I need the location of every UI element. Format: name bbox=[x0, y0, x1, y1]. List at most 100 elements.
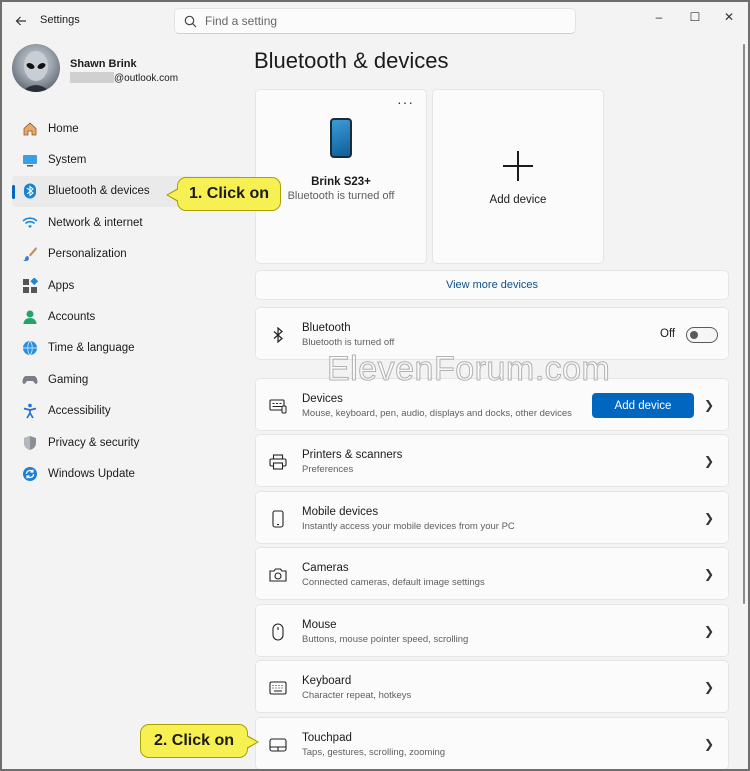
sidebar-item-label: Accessibility bbox=[48, 405, 111, 418]
add-device-label: Add device bbox=[489, 194, 547, 206]
globe-icon bbox=[21, 339, 39, 357]
row-title: Bluetooth bbox=[302, 322, 351, 334]
row-title: Cameras bbox=[302, 562, 349, 574]
sidebar-item-label: Accounts bbox=[48, 311, 96, 324]
row-title: Touchpad bbox=[302, 732, 352, 744]
row-subtitle: Buttons, mouse pointer speed, scrolling bbox=[302, 634, 469, 645]
sidebar-item-label: Time & language bbox=[48, 342, 135, 355]
row-title: Printers & scanners bbox=[302, 449, 403, 461]
app-title: Settings bbox=[40, 14, 80, 26]
search-input[interactable] bbox=[205, 13, 565, 29]
bluetooth-icon bbox=[21, 182, 39, 200]
add-device-card[interactable]: Add device bbox=[432, 89, 604, 264]
printer-icon bbox=[268, 452, 288, 472]
mouse-icon bbox=[268, 622, 288, 642]
avatar[interactable] bbox=[12, 44, 60, 92]
row-title: Keyboard bbox=[302, 675, 352, 687]
chevron-right-icon: ❯ bbox=[703, 511, 714, 525]
callout-text: 2. Click on bbox=[153, 732, 235, 749]
accounts-icon bbox=[21, 308, 39, 326]
callout-step-1: 1. Click on bbox=[166, 177, 281, 211]
gamepad-icon bbox=[21, 371, 39, 389]
sidebar-item-label: Privacy & security bbox=[48, 436, 140, 449]
more-options-icon[interactable]: ··· bbox=[397, 94, 414, 110]
sidebar-item-label: System bbox=[48, 154, 87, 167]
chevron-right-icon: ❯ bbox=[703, 624, 714, 638]
sidebar-item-label: Home bbox=[48, 122, 79, 135]
sidebar-item-time-language[interactable]: Time & language bbox=[12, 333, 242, 364]
callout-pointer bbox=[166, 188, 179, 202]
email-redaction bbox=[70, 72, 114, 83]
sidebar-item-privacy-security[interactable]: Privacy & security bbox=[12, 427, 242, 458]
add-device-button[interactable]: Add device bbox=[592, 393, 694, 418]
active-indicator bbox=[12, 184, 15, 199]
phone-icon bbox=[330, 118, 352, 158]
chevron-right-icon: ❯ bbox=[703, 567, 714, 581]
touchpad-row[interactable]: Touchpad Taps, gestures, scrolling, zoom… bbox=[255, 717, 729, 769]
accessibility-icon bbox=[21, 402, 39, 420]
row-subtitle: Preferences bbox=[302, 464, 354, 475]
sidebar-item-system[interactable]: System bbox=[12, 144, 242, 175]
touchpad-icon bbox=[268, 735, 288, 755]
row-title: Devices bbox=[302, 393, 343, 405]
home-icon bbox=[21, 120, 39, 138]
user-email: @outlook.com bbox=[70, 72, 178, 84]
system-icon bbox=[21, 151, 39, 169]
cameras-row[interactable]: Cameras Connected cameras, default image… bbox=[255, 547, 729, 600]
devices-icon bbox=[268, 396, 288, 416]
callout-step-2: 2. Click on bbox=[140, 724, 259, 758]
row-subtitle: Connected cameras, default image setting… bbox=[302, 577, 485, 588]
mobile-devices-row[interactable]: Mobile devices Instantly access your mob… bbox=[255, 491, 729, 544]
keyboard-icon bbox=[268, 678, 288, 698]
camera-icon bbox=[268, 565, 288, 585]
sidebar-item-accessibility[interactable]: Accessibility bbox=[12, 396, 242, 427]
row-title: Mobile devices bbox=[302, 506, 379, 518]
chevron-right-icon: ❯ bbox=[703, 454, 714, 468]
printers-scanners-row[interactable]: Printers & scanners Preferences ❯ bbox=[255, 434, 729, 487]
apps-icon bbox=[21, 277, 39, 295]
minimize-button[interactable]: – bbox=[644, 6, 674, 28]
wifi-icon bbox=[21, 214, 39, 232]
device-card[interactable]: ··· Brink S23+ Bluetooth is turned off bbox=[255, 89, 427, 264]
row-title: Mouse bbox=[302, 619, 337, 631]
title-bar: Settings – ☐ ✕ bbox=[2, 2, 748, 40]
sidebar-item-home[interactable]: Home bbox=[12, 113, 242, 144]
view-more-devices-link[interactable]: View more devices bbox=[255, 270, 729, 300]
bluetooth-icon bbox=[268, 325, 288, 345]
sidebar-item-accounts[interactable]: Accounts bbox=[12, 301, 242, 332]
bluetooth-toggle[interactable] bbox=[686, 327, 718, 343]
callout-text: 1. Click on bbox=[188, 185, 270, 202]
maximize-button[interactable]: ☐ bbox=[680, 6, 710, 28]
shield-icon bbox=[21, 434, 39, 452]
row-subtitle: Bluetooth is turned off bbox=[302, 337, 395, 348]
sidebar-item-label: Bluetooth & devices bbox=[48, 185, 150, 198]
toggle-knob bbox=[690, 331, 698, 339]
toggle-state-label: Off bbox=[660, 328, 676, 340]
scrollbar[interactable] bbox=[743, 44, 745, 604]
sidebar-item-label: Apps bbox=[48, 279, 75, 292]
mouse-row[interactable]: Mouse Buttons, mouse pointer speed, scro… bbox=[255, 604, 729, 657]
sidebar-nav: Home System Bluetooth & devices Network … bbox=[12, 113, 242, 490]
watermark: ElevenForum.com bbox=[326, 350, 611, 389]
close-button[interactable]: ✕ bbox=[714, 6, 744, 28]
chevron-right-icon: ❯ bbox=[703, 737, 714, 751]
row-subtitle: Taps, gestures, scrolling, zooming bbox=[302, 747, 446, 758]
sidebar-item-windows-update[interactable]: Windows Update bbox=[12, 458, 242, 489]
sidebar-item-label: Network & internet bbox=[48, 216, 143, 229]
phone-icon bbox=[268, 509, 288, 529]
sidebar-item-network[interactable]: Network & internet bbox=[12, 207, 242, 238]
sidebar-item-gaming[interactable]: Gaming bbox=[12, 364, 242, 395]
callout-pointer bbox=[246, 735, 259, 749]
sidebar-item-label: Personalization bbox=[48, 248, 127, 261]
back-arrow-icon[interactable] bbox=[10, 10, 32, 32]
keyboard-row[interactable]: Keyboard Character repeat, hotkeys ❯ bbox=[255, 660, 729, 713]
row-subtitle: Character repeat, hotkeys bbox=[302, 690, 412, 701]
sidebar-item-label: Windows Update bbox=[48, 467, 135, 480]
user-name: Shawn Brink bbox=[70, 58, 137, 70]
search-box[interactable] bbox=[174, 8, 576, 34]
device-name: Brink S23+ bbox=[311, 176, 371, 188]
update-icon bbox=[21, 465, 39, 483]
sidebar-item-personalization[interactable]: Personalization bbox=[12, 239, 242, 270]
sidebar-item-apps[interactable]: Apps bbox=[12, 270, 242, 301]
device-status: Bluetooth is turned off bbox=[287, 190, 395, 202]
